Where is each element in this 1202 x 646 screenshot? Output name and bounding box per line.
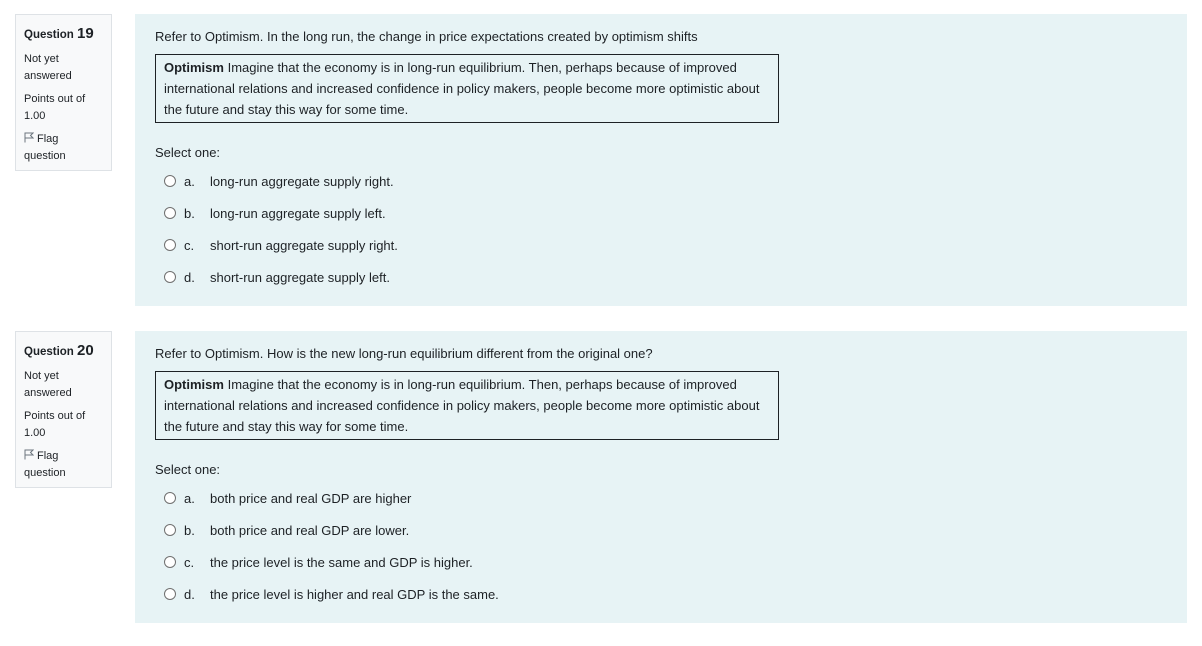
question-label: Question [24,346,74,358]
answer-option-c[interactable]: c. the price level is the same and GDP i… [155,546,1167,578]
answer-letter: d. [184,269,195,285]
question-state: Not yet answered [24,370,72,399]
question-number: Question 19 [24,25,103,43]
answer-letter: a. [184,490,195,506]
radio-button[interactable] [164,239,176,251]
select-one-prompt: Select one: [155,145,221,160]
answer-text: long-run aggregate supply left. [210,205,386,221]
answer-letter: c. [184,554,195,570]
question-text: Refer to Optimism. How is the new long-r… [155,346,653,361]
radio-button[interactable] [164,492,176,504]
answer-letter: c. [184,237,195,253]
answer-option-d[interactable]: d. short-run aggregate supply left. [155,261,1167,293]
radio-button[interactable] [164,207,176,219]
flag-question-link[interactable]: Flag question [24,448,103,482]
radio-button[interactable] [164,175,176,187]
answer-letter: d. [184,586,195,602]
answer-text: long-run aggregate supply right. [210,173,394,189]
flag-question-link[interactable]: Flag question [24,131,103,165]
question-info-panel: Question 20 Not yet answered Points out … [15,331,112,488]
question-content: Refer to Optimism. In the long run, the … [135,14,1187,306]
answer-text: the price level is the same and GDP is h… [210,554,473,570]
question-content: Refer to Optimism. How is the new long-r… [135,331,1187,623]
answer-list: a. both price and real GDP are higher b.… [155,482,1167,610]
question-number: Question 20 [24,342,103,360]
question-state: Not yet answered [24,53,72,82]
radio-button[interactable] [164,556,176,568]
flag-icon [24,449,35,460]
answer-option-a[interactable]: a. both price and real GDP are higher [155,482,1167,514]
answer-text: the price level is higher and real GDP i… [210,586,499,602]
answer-text: both price and real GDP are lower. [210,522,410,538]
answer-letter: a. [184,173,195,189]
scenario-title: Optimism [164,377,224,392]
flag-icon [24,132,35,143]
scenario-box: Optimism Imagine that the economy is in … [155,371,779,440]
question-grade: Points out of 1.00 [24,93,86,122]
scenario-text: Imagine that the economy is in long-run … [164,60,760,117]
answer-option-b[interactable]: b. both price and real GDP are lower. [155,514,1167,546]
scenario-box: Optimism Imagine that the economy is in … [155,54,779,123]
answer-text: short-run aggregate supply right. [210,237,398,253]
question-grade: Points out of 1.00 [24,410,86,439]
question-text: Refer to Optimism. In the long run, the … [155,29,698,44]
question-info-panel: Question 19 Not yet answered Points out … [15,14,112,171]
answer-text: both price and real GDP are higher [210,490,412,506]
answer-option-d[interactable]: d. the price level is higher and real GD… [155,578,1167,610]
select-one-prompt: Select one: [155,462,221,477]
scenario-text: Imagine that the economy is in long-run … [164,377,760,434]
answer-letter: b. [184,522,195,538]
question-label: Question [24,29,74,41]
answer-list: a. long-run aggregate supply right. b. l… [155,165,1167,293]
answer-text: short-run aggregate supply left. [210,269,390,285]
question-number-value: 20 [77,342,94,359]
answer-letter: b. [184,205,195,221]
question-number-value: 19 [77,25,94,42]
radio-button[interactable] [164,524,176,536]
answer-option-c[interactable]: c. short-run aggregate supply right. [155,229,1167,261]
radio-button[interactable] [164,588,176,600]
scenario-title: Optimism [164,60,224,75]
answer-option-b[interactable]: b. long-run aggregate supply left. [155,197,1167,229]
radio-button[interactable] [164,271,176,283]
answer-option-a[interactable]: a. long-run aggregate supply right. [155,165,1167,197]
